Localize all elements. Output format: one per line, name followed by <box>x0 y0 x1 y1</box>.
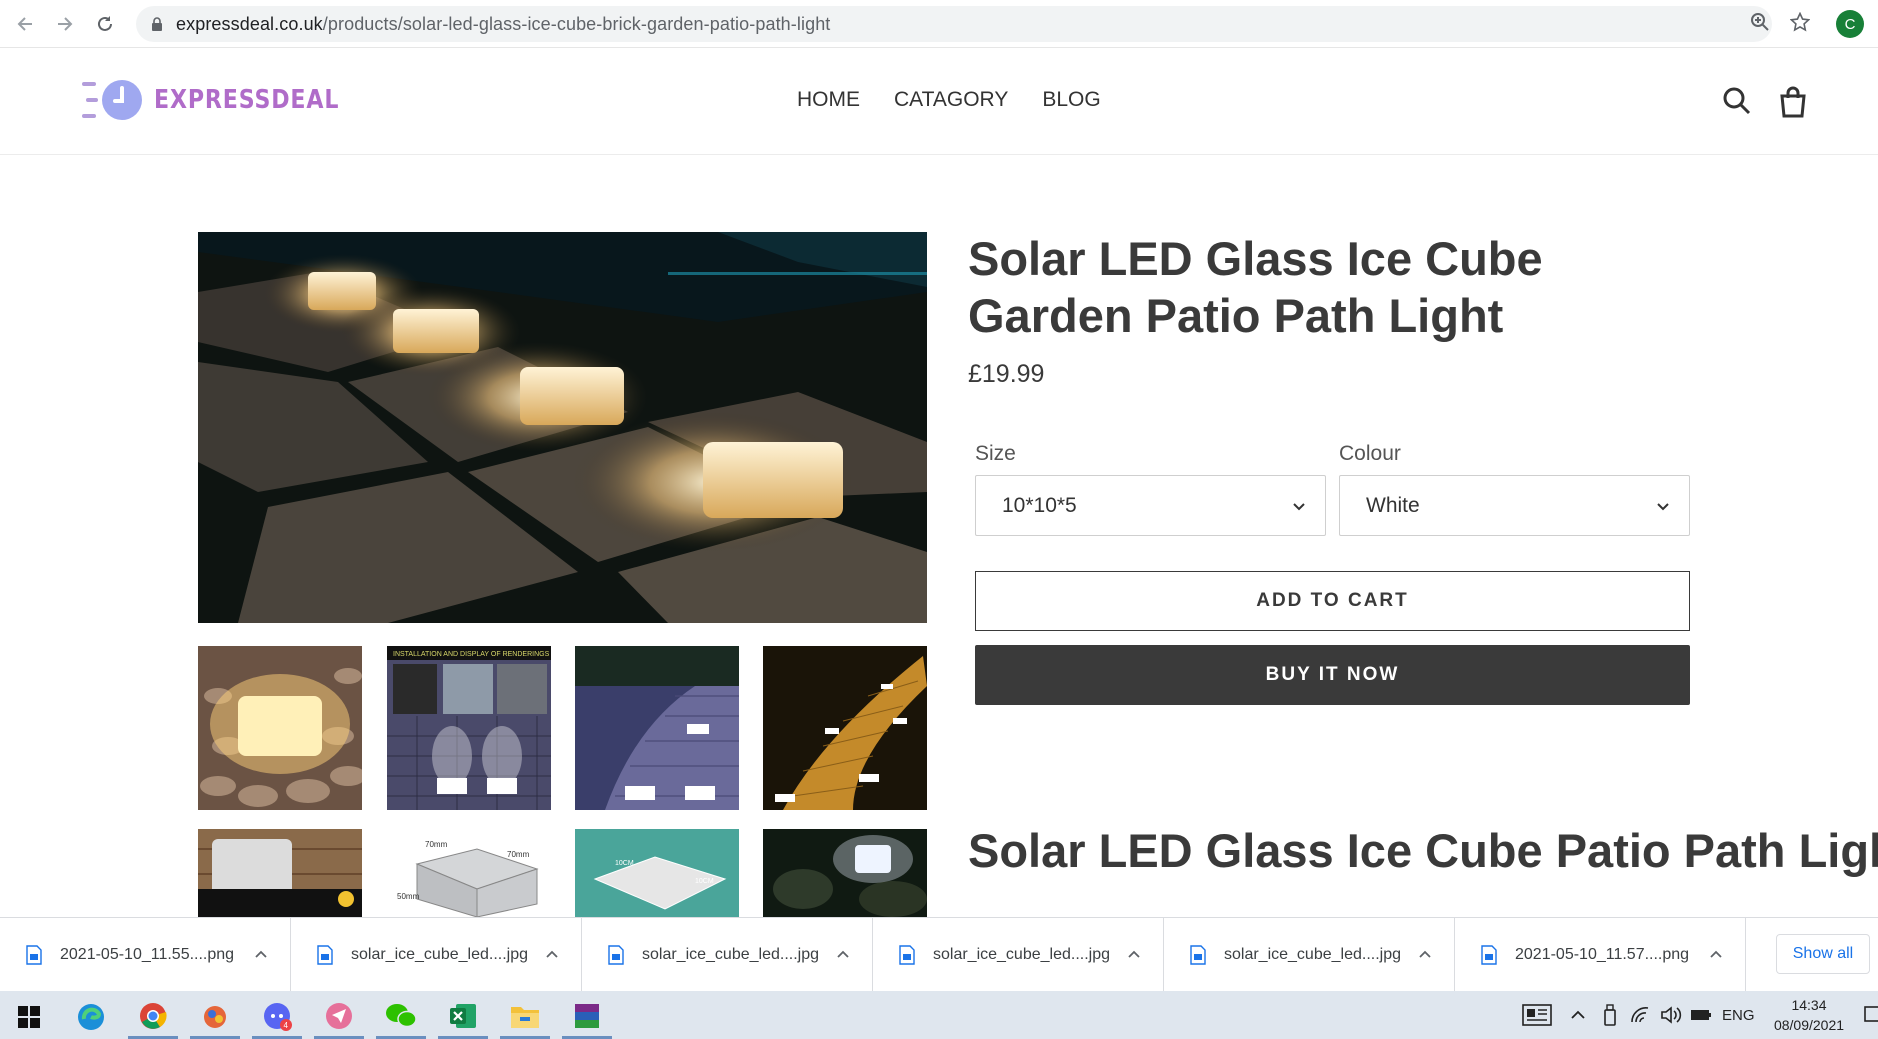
url-text: expressdeal.co.uk/products/solar-led-gla… <box>176 13 831 34</box>
edge-icon[interactable] <box>66 995 116 1039</box>
add-to-cart-button[interactable]: ADD TO CART <box>975 571 1690 631</box>
download-item[interactable]: solar_ice_cube_led....jpg <box>1164 918 1455 992</box>
download-filename: solar_ice_cube_led....jpg <box>1224 946 1402 963</box>
cart-icon[interactable] <box>1778 86 1810 118</box>
thumbnail-3[interactable] <box>575 646 739 810</box>
paper-plane-icon[interactable] <box>314 995 364 1039</box>
download-filename: 2021-05-10_11.55....png <box>60 946 235 963</box>
chevron-up-icon[interactable] <box>1709 948 1723 962</box>
windows-taskbar: 4 ENG 14:34 08/09/2021 <box>0 991 1878 1039</box>
profile-avatar[interactable]: C <box>1836 10 1864 38</box>
chevron-up-icon[interactable] <box>545 948 559 962</box>
product-price: £19.99 <box>968 360 1045 388</box>
clock-date: 08/09/2021 <box>1773 1017 1845 1033</box>
show-all-button[interactable]: Show all <box>1776 934 1870 974</box>
lock-icon <box>150 17 164 31</box>
download-item[interactable]: solar_ice_cube_led....jpg <box>582 918 873 992</box>
download-filename: 2021-05-10_11.57....png <box>1515 946 1690 963</box>
clock-time: 14:34 <box>1791 997 1827 1013</box>
discord-icon[interactable]: 4 <box>252 995 302 1039</box>
chevron-up-icon[interactable] <box>1127 948 1141 962</box>
logo-text: EXPRESSDEAL <box>154 85 340 115</box>
image-file-icon <box>26 945 42 965</box>
size-select[interactable]: 10*10*5 <box>975 475 1326 536</box>
winrar-icon[interactable] <box>562 995 612 1039</box>
download-item[interactable]: solar_ice_cube_led....jpg <box>291 918 582 992</box>
chevron-up-icon[interactable] <box>1570 991 1586 1039</box>
thumbnail-2[interactable]: INSTALLATION AND DISPLAY OF RENDERINGS <box>387 646 551 810</box>
colour-value: White <box>1366 493 1420 517</box>
image-file-icon <box>899 945 915 965</box>
browser-toolbar: expressdeal.co.uk/products/solar-led-gla… <box>0 0 1878 48</box>
sharex-icon[interactable] <box>190 995 240 1039</box>
excel-icon[interactable] <box>438 995 488 1039</box>
chevron-up-icon[interactable] <box>254 948 268 962</box>
downloads-bar: 2021-05-10_11.55....png solar_ice_cube_l… <box>0 917 1878 992</box>
discord-badge: 4 <box>284 1021 289 1030</box>
file-explorer-icon[interactable] <box>500 995 550 1039</box>
address-bar[interactable]: expressdeal.co.uk/products/solar-led-gla… <box>136 6 1772 42</box>
image-file-icon <box>1190 945 1206 965</box>
battery-icon[interactable] <box>1690 991 1712 1039</box>
description-title: Solar LED Glass Ice Cube Patio Path Ligh… <box>968 824 1878 877</box>
colour-select[interactable]: White <box>1339 475 1690 536</box>
thumbnail-1[interactable] <box>198 646 362 810</box>
nav-catagory[interactable]: CATAGORY <box>894 88 1008 112</box>
wechat-icon[interactable] <box>376 995 426 1039</box>
reload-icon[interactable] <box>90 9 120 39</box>
news-widget-icon[interactable] <box>1522 991 1552 1039</box>
download-item[interactable]: 2021-05-10_11.55....png <box>0 918 291 992</box>
zoom-icon[interactable] <box>1750 12 1770 32</box>
download-filename: solar_ice_cube_led....jpg <box>933 946 1111 963</box>
back-icon[interactable] <box>10 9 40 39</box>
size-value: 10*10*5 <box>1002 493 1077 517</box>
chrome-icon[interactable] <box>128 995 178 1039</box>
notifications-icon[interactable] <box>1864 991 1878 1039</box>
thumbnail-5[interactable] <box>198 829 362 917</box>
system-clock[interactable]: 14:34 08/09/2021 <box>1764 995 1854 1035</box>
thumb-6-dim-2: 70mm <box>507 850 530 859</box>
download-filename: solar_ice_cube_led....jpg <box>642 946 820 963</box>
image-file-icon <box>1481 945 1497 965</box>
buy-it-now-button[interactable]: BUY IT NOW <box>975 645 1690 705</box>
bookmark-star-icon[interactable] <box>1789 11 1811 32</box>
volume-icon[interactable] <box>1660 991 1682 1039</box>
thumbnail-8[interactable] <box>763 829 927 917</box>
usb-drive-icon[interactable] <box>1603 991 1617 1039</box>
thumbnail-7[interactable]: 10CM 10CM <box>575 829 739 917</box>
language-indicator[interactable]: ENG <box>1722 991 1755 1039</box>
download-item[interactable]: 2021-05-10_11.57....png <box>1455 918 1746 992</box>
download-filename: solar_ice_cube_led....jpg <box>351 946 529 963</box>
product-title: Solar LED Glass Ice Cube Garden Patio Pa… <box>968 232 1543 342</box>
search-icon[interactable] <box>1722 86 1754 118</box>
wifi-icon[interactable] <box>1630 991 1650 1039</box>
image-file-icon <box>608 945 624 965</box>
main-nav: HOME CATAGORY BLOG <box>797 88 1101 112</box>
thumb-2-caption: INSTALLATION AND DISPLAY OF RENDERINGS <box>393 651 550 658</box>
forward-icon[interactable] <box>50 9 80 39</box>
thumb-6-dim-3: 50mm <box>397 892 420 901</box>
product-main-image[interactable] <box>198 232 927 623</box>
colour-label: Colour <box>1339 442 1401 465</box>
windows-start-icon[interactable] <box>4 995 54 1039</box>
thumbnail-4[interactable] <box>763 646 927 810</box>
image-file-icon <box>317 945 333 965</box>
chevron-up-icon[interactable] <box>836 948 850 962</box>
logo-clock-icon <box>82 80 142 120</box>
nav-home[interactable]: HOME <box>797 88 860 112</box>
thumb-7-dim-1: 10CM <box>615 860 634 867</box>
nav-blog[interactable]: BLOG <box>1042 88 1100 112</box>
site-header: EXPRESSDEAL HOME CATAGORY BLOG <box>0 48 1878 155</box>
thumb-7-dim-2: 10CM <box>695 878 714 885</box>
chevron-up-icon[interactable] <box>1418 948 1432 962</box>
site-logo[interactable]: EXPRESSDEAL <box>80 78 372 122</box>
download-item[interactable]: solar_ice_cube_led....jpg <box>873 918 1164 992</box>
chevron-down-icon <box>1657 503 1669 511</box>
thumbnail-6[interactable]: 70mm 70mm 50mm <box>387 829 551 917</box>
chevron-down-icon <box>1293 503 1305 511</box>
thumb-6-dim-1: 70mm <box>425 840 448 849</box>
size-label: Size <box>975 442 1016 465</box>
